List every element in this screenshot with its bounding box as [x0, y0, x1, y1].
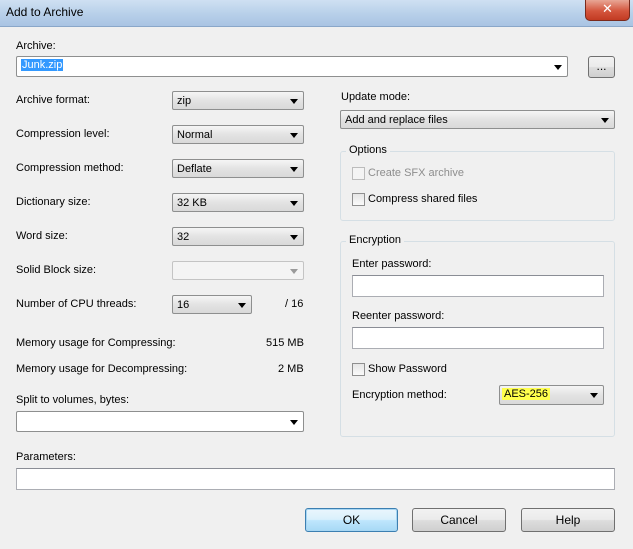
close-button[interactable]: ✕	[585, 0, 630, 21]
chevron-down-icon	[290, 269, 298, 274]
reenter-password-label: Reenter password:	[352, 310, 445, 322]
chevron-down-icon	[601, 118, 609, 123]
archive-label: Archive:	[16, 40, 56, 52]
browse-button[interactable]: ...	[588, 56, 615, 78]
memory-compress-value: 515 MB	[266, 337, 304, 349]
create-sfx-checkbox[interactable]	[352, 167, 365, 180]
dictionary-size-select[interactable]: 32 KB	[172, 193, 304, 212]
memory-decompress-label: Memory usage for Decompressing:	[16, 363, 188, 375]
cpu-threads-value: 16	[177, 299, 190, 311]
archive-path-combo[interactable]: Junk.zip	[16, 56, 568, 77]
chevron-down-icon	[290, 201, 298, 206]
dictionary-size-label: Dictionary size:	[16, 196, 91, 208]
show-password-label: Show Password	[368, 363, 447, 375]
parameters-input[interactable]	[16, 468, 615, 490]
reenter-password-input[interactable]	[352, 327, 604, 349]
memory-decompress-value: 2 MB	[278, 363, 304, 375]
memory-compress-label: Memory usage for Compressing:	[16, 337, 176, 349]
compress-shared-checkbox[interactable]	[352, 193, 365, 206]
word-size-label: Word size:	[16, 230, 68, 242]
compression-level-value: Normal	[177, 129, 213, 141]
compression-method-value: Deflate	[177, 163, 212, 175]
chevron-down-icon	[290, 99, 298, 104]
title-bar: Add to Archive ✕	[0, 0, 633, 27]
chevron-down-icon	[554, 65, 562, 70]
solid-block-size-label: Solid Block size:	[16, 264, 97, 276]
update-mode-select[interactable]: Add and replace files	[340, 110, 615, 129]
dictionary-size-value: 32 KB	[177, 197, 207, 209]
enter-password-label: Enter password:	[352, 258, 432, 270]
update-mode-label: Update mode:	[341, 91, 411, 103]
ok-button[interactable]: OK	[305, 508, 398, 532]
chevron-down-icon	[290, 420, 298, 425]
chevron-down-icon	[590, 393, 598, 398]
compression-level-label: Compression level:	[16, 128, 110, 140]
cpu-threads-select[interactable]: 16	[172, 295, 252, 314]
chevron-down-icon	[290, 235, 298, 240]
archive-format-label: Archive format:	[16, 94, 90, 106]
archive-path-value: Junk.zip	[21, 59, 64, 71]
encryption-method-select[interactable]: AES-256	[499, 385, 604, 405]
show-password-checkbox[interactable]	[352, 363, 365, 376]
archive-format-value: zip	[177, 95, 192, 107]
update-mode-value: Add and replace files	[345, 114, 448, 126]
cancel-button[interactable]: Cancel	[412, 508, 506, 532]
chevron-down-icon	[290, 133, 298, 138]
compression-level-select[interactable]: Normal	[172, 125, 304, 144]
encryption-group-title: Encryption	[346, 234, 404, 246]
options-group: Options	[340, 144, 615, 221]
cpu-threads-label: Number of CPU threads:	[16, 298, 137, 310]
options-group-title: Options	[346, 144, 390, 156]
enter-password-input[interactable]	[352, 275, 604, 297]
split-volumes-combo[interactable]	[16, 411, 304, 432]
create-sfx-label: Create SFX archive	[368, 167, 464, 179]
solid-block-size-select[interactable]	[172, 261, 304, 280]
compress-shared-label: Compress shared files	[368, 193, 478, 205]
compression-method-select[interactable]: Deflate	[172, 159, 304, 178]
chevron-down-icon	[238, 303, 246, 308]
word-size-select[interactable]: 32	[172, 227, 304, 246]
encryption-method-label: Encryption method:	[352, 389, 447, 401]
split-volumes-label: Split to volumes, bytes:	[16, 394, 130, 406]
dialog-body: Archive: Junk.zip ... Archive format: zi…	[0, 27, 633, 549]
word-size-value: 32	[177, 231, 190, 243]
cpu-threads-max: / 16	[285, 298, 304, 310]
encryption-method-value: AES-256	[502, 388, 551, 400]
window-title: Add to Archive	[6, 5, 84, 19]
compression-method-label: Compression method:	[16, 162, 124, 174]
parameters-label: Parameters:	[16, 451, 76, 463]
help-button[interactable]: Help	[521, 508, 615, 532]
chevron-down-icon	[290, 167, 298, 172]
archive-format-select[interactable]: zip	[172, 91, 304, 110]
close-icon: ✕	[602, 2, 613, 17]
